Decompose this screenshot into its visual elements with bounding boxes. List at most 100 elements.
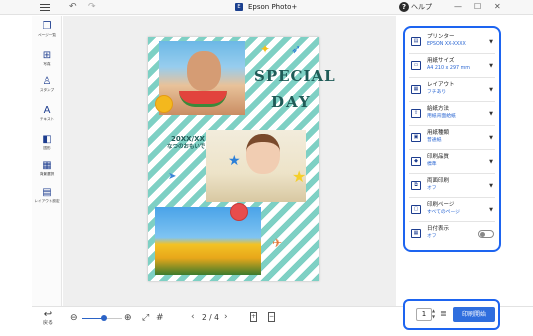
chevron-down-icon: ▼	[489, 207, 493, 213]
stamp-icon: ♙	[42, 76, 52, 87]
chevron-down-icon: ▼	[489, 111, 493, 117]
photo-child[interactable]	[206, 130, 306, 202]
setting-duplex[interactable]: ⧉ 両面印刷 オフ ▼	[409, 174, 495, 198]
star-stamp[interactable]: ★	[292, 169, 306, 185]
setting-title: 印刷品質	[427, 154, 450, 160]
paper-feed-icon: ⇧	[411, 109, 421, 118]
print-action-box: 1 ▲ ▼ ≣ 印刷開始	[403, 299, 500, 330]
zoom-in-icon[interactable]: ⊕	[124, 313, 132, 323]
bird-stamp[interactable]: ➶	[291, 43, 301, 55]
setting-title: 用紙種類	[427, 130, 450, 136]
memo-date[interactable]: 20XX/XX	[171, 135, 205, 143]
background-icon: ▦	[42, 160, 52, 171]
layout-icon: ▤	[42, 187, 52, 198]
setting-title: プリンター	[427, 34, 455, 40]
zoom-slider[interactable]	[82, 315, 122, 321]
setting-value: オフ	[427, 186, 437, 191]
chevron-down-icon: ▼	[489, 63, 493, 69]
epson-photo-plus-window: ↶ ↷ E Epson Photo+ ? ヘルプ — ☐ ✕ ❐ ページ一覧 ⊞…	[0, 0, 533, 336]
copies-stepper[interactable]: ▲ ▼	[432, 308, 435, 320]
setting-date-display: ▦ 日付表示 オフ	[409, 222, 495, 246]
sun-stamp[interactable]	[230, 203, 248, 221]
back-arrow-icon: ↩	[43, 309, 53, 320]
print-settings-panel: ▤ プリンター EPSON XX-XXXX ▼ ▭ 用紙サイズ A4 210 x…	[403, 26, 501, 252]
duplex-icon: ⧉	[411, 181, 421, 190]
setting-value: 標準	[427, 162, 437, 167]
setting-paper-size[interactable]: ▭ 用紙サイズ A4 210 x 297 mm ▼	[409, 54, 495, 78]
date-toggle[interactable]	[478, 230, 494, 238]
setting-title: 日付表示	[427, 226, 450, 232]
print-pages-icon: ▢	[411, 205, 421, 214]
tool-page-list[interactable]: ❐ ページ一覧	[32, 21, 62, 38]
setting-paper-type[interactable]: ▣ 用紙種類 普通紙 ▼	[409, 126, 495, 150]
memo-caption[interactable]: なつのおもいで	[167, 144, 205, 151]
start-print-button[interactable]: 印刷開始	[453, 307, 495, 322]
date-icon: ▦	[411, 229, 421, 238]
tool-background[interactable]: ▦ 背景選択	[32, 160, 62, 177]
title-bar: ↶ ↷ E Epson Photo+ ? ヘルプ — ☐ ✕	[0, 0, 533, 15]
setting-value: 用紙背面給紙	[427, 114, 456, 119]
left-toolbar: ❐ ページ一覧 ⊞ 写真 ♙ スタンプ A テキスト ◧ 図形 ▦ 背景選択 ▤…	[32, 16, 62, 306]
printer-icon: ▤	[411, 37, 421, 46]
setting-print-quality[interactable]: ◆ 印刷品質 標準 ▼	[409, 150, 495, 174]
copies-icon: ≣	[440, 309, 447, 318]
print-quality-icon: ◆	[411, 157, 421, 166]
text-icon: A	[43, 105, 51, 116]
help-icon[interactable]: ?	[399, 2, 409, 12]
tool-text[interactable]: A テキスト	[32, 105, 62, 122]
setting-title: 給紙方法	[427, 106, 450, 112]
maximize-icon[interactable]: ☐	[474, 1, 481, 13]
grid-icon[interactable]: #	[156, 313, 164, 323]
chevron-down-icon: ▼	[489, 87, 493, 93]
fit-to-screen-icon[interactable]: ⤢	[142, 313, 149, 323]
chevron-down-icon: ▼	[489, 135, 493, 141]
airplane-stamp[interactable]: ✈	[272, 237, 282, 249]
tool-photo[interactable]: ⊞ 写真	[32, 51, 62, 67]
setting-value: 普通紙	[427, 138, 442, 143]
toggle-knob	[480, 232, 485, 237]
page-indicator: 2 / 4	[202, 313, 219, 322]
tool-label: レイアウト設定	[34, 199, 60, 203]
sun-stamp[interactable]	[155, 95, 173, 113]
add-page-icon[interactable]: +	[250, 312, 257, 322]
setting-value: EPSON XX-XXXX	[427, 42, 466, 47]
star-stamp[interactable]: ★	[228, 154, 241, 168]
tool-label: 図形	[43, 146, 51, 150]
page-list-icon: ❐	[42, 21, 52, 32]
setting-value: オフ	[427, 234, 437, 239]
day-text[interactable]: DAY	[271, 95, 312, 110]
zoom-slider-knob[interactable]	[101, 315, 107, 321]
tool-stamp[interactable]: ♙ スタンプ	[32, 76, 62, 93]
layout-icon: ▦	[411, 85, 421, 94]
undo-icon[interactable]: ↶	[69, 1, 77, 13]
tool-label: テキスト	[39, 117, 55, 121]
chevron-down-icon: ▼	[489, 159, 493, 165]
next-page-icon[interactable]: ›	[224, 312, 228, 323]
copies-input[interactable]: 1	[416, 308, 432, 321]
chevron-down-icon: ▼	[489, 39, 493, 45]
minimize-icon[interactable]: —	[454, 1, 462, 13]
help-link[interactable]: ヘルプ	[411, 2, 432, 13]
setting-printer[interactable]: ▤ プリンター EPSON XX-XXXX ▼	[409, 30, 495, 54]
special-text[interactable]: SPECIAL	[254, 69, 336, 84]
tool-label: ページ一覧	[38, 33, 56, 37]
setting-title: 両面印刷	[427, 178, 450, 184]
paper-size-icon: ▭	[411, 61, 421, 70]
tool-layout[interactable]: ▤ レイアウト設定	[32, 187, 62, 204]
close-icon[interactable]: ✕	[494, 1, 501, 13]
previous-page-icon[interactable]: ‹	[191, 312, 195, 323]
setting-paper-feed[interactable]: ⇧ 給紙方法 用紙背面給紙 ▼	[409, 102, 495, 126]
back-button[interactable]: ↩ 戻る	[36, 309, 60, 327]
setting-print-pages[interactable]: ▢ 印刷ページ すべてのページ ▼	[409, 198, 495, 222]
setting-value: すべてのページ	[427, 210, 460, 215]
bird-stamp[interactable]: ✦	[260, 43, 270, 55]
tool-shape[interactable]: ◧ 図形	[32, 135, 62, 151]
setting-layout[interactable]: ▦ レイアウト フチあり ▼	[409, 78, 495, 102]
delete-page-icon[interactable]: −	[268, 312, 275, 322]
page-preview[interactable]: SPECIAL DAY ✦ ➶ 20XX/XX なつのおもいで ★ ★ ➤ ✈	[148, 37, 335, 281]
tool-label: 背景選択	[39, 172, 55, 176]
fish-stamp[interactable]: ➤	[168, 171, 176, 183]
zoom-out-icon[interactable]: ⊖	[70, 313, 78, 323]
hamburger-menu-icon[interactable]	[40, 2, 50, 12]
redo-icon[interactable]: ↷	[88, 1, 96, 13]
